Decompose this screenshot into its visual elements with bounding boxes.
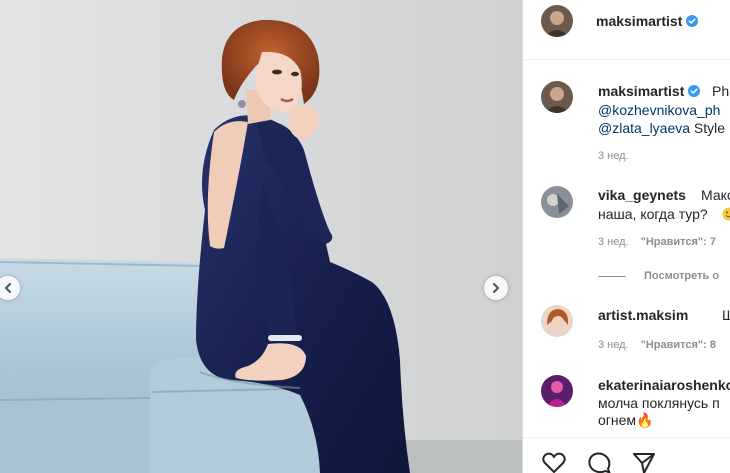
comment-icon[interactable]	[586, 450, 612, 473]
comment-likes[interactable]: "Нравится": 8	[641, 339, 716, 351]
chevron-right-icon	[493, 283, 499, 293]
caption-username-text: maksimartist	[598, 83, 685, 99]
caption-line-3-rest: Style	[690, 120, 726, 136]
comment-avatar[interactable]	[541, 186, 573, 218]
photo-illustration	[0, 0, 522, 473]
post-actions	[523, 437, 730, 473]
author-avatar[interactable]	[541, 5, 573, 37]
caption-text-start: Ph	[712, 83, 730, 99]
comment-text: Шик	[722, 307, 730, 323]
emoji-icon	[722, 207, 730, 221]
caption-mention-stylist[interactable]: @zlata_lyaeva	[598, 120, 690, 136]
comment-meta: 3 нед. "Нравится": 7	[598, 236, 716, 248]
view-replies-button[interactable]: Посмотреть о	[644, 270, 719, 282]
comment-time[interactable]: 3 нед.	[598, 236, 629, 248]
author-username[interactable]: maksimartist	[596, 13, 699, 29]
comment-avatar-image	[541, 186, 573, 218]
caption-mention-photographer[interactable]: @kozhevnikova_ph	[598, 101, 720, 119]
comment-text: Макс	[701, 187, 730, 203]
comment-meta: 3 нед. "Нравится": 8	[598, 339, 716, 351]
comment-likes[interactable]: "Нравится": 7	[641, 236, 716, 248]
caption-time[interactable]: 3 нед.	[598, 150, 629, 162]
comment-text: молча поклянусь п	[598, 395, 720, 411]
comment-avatar-image	[541, 375, 573, 407]
post-side-panel: maksimartist maksimartist Ph @kozhevniko…	[523, 0, 730, 473]
caption-line-3: @zlata_lyaeva Style	[598, 119, 725, 137]
comment-text-line2: наша, когда тур?	[598, 206, 708, 222]
comment-username[interactable]: ekaterinaiaroshenko	[598, 377, 730, 393]
comment-text-line2: огнем🔥	[598, 412, 654, 428]
comment-time[interactable]: 3 нед.	[598, 339, 629, 351]
comment-avatar[interactable]	[541, 375, 573, 407]
comment-username[interactable]: artist.maksim	[598, 307, 688, 323]
verified-badge-icon	[688, 85, 701, 97]
verified-badge-icon	[686, 15, 699, 27]
send-icon[interactable]	[631, 450, 657, 473]
view-replies-line	[598, 276, 626, 277]
heart-icon[interactable]	[541, 450, 567, 473]
caption-avatar[interactable]	[541, 81, 573, 113]
author-avatar-image	[541, 5, 573, 37]
post-photo[interactable]	[0, 0, 522, 473]
caption-username[interactable]: maksimartist	[598, 83, 701, 99]
comment-avatar[interactable]	[541, 305, 573, 337]
comment-username[interactable]: vika_geynets	[598, 187, 686, 203]
post-header: maksimartist	[523, 0, 730, 60]
chevron-left-icon	[5, 283, 11, 293]
next-photo-button[interactable]	[484, 276, 508, 300]
comment-avatar-image	[541, 305, 573, 337]
author-username-text: maksimartist	[596, 13, 683, 29]
caption-avatar-image	[541, 81, 573, 113]
